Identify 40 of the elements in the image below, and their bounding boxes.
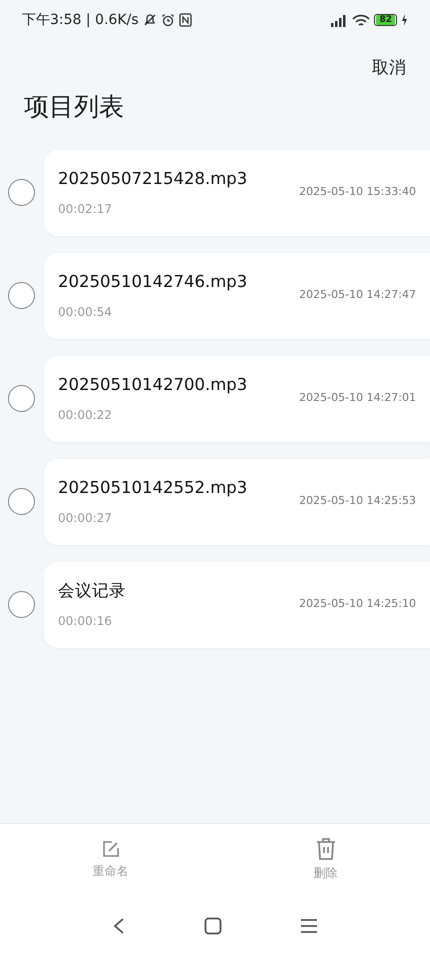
trash-icon [314, 837, 336, 861]
date-text: 2025-05-10 14:27:01 [299, 390, 416, 406]
muted-bell-icon [142, 13, 157, 27]
radio-button[interactable] [8, 591, 35, 618]
radio-button[interactable] [8, 385, 35, 412]
file-name: 20250510142700.mp3 [58, 374, 248, 396]
status-text: 下午3:58 | 0.6K/s [22, 10, 139, 30]
date-text: 2025-05-10 14:27:47 [299, 287, 416, 304]
list-card[interactable]: 20250510142552.mp3 00:00:27 2025-05-10 14:25:53 [44, 458, 430, 544]
edit-icon [100, 839, 120, 859]
charging-icon [401, 14, 408, 26]
alarm-icon [160, 13, 175, 27]
duration-text: 00:02:17 [58, 200, 113, 218]
file-name: 20250507215428.mp3 [58, 168, 248, 190]
menu-icon[interactable] [300, 918, 318, 934]
file-name: 20250510142746.mp3 [58, 271, 248, 294]
date-text: 2025-05-10 15:33:40 [299, 184, 416, 200]
list-card[interactable]: 20250507215428.mp3 00:02:17 2025-05-10 15:33:40 [44, 150, 430, 236]
duration-text: 00:00:27 [58, 510, 113, 527]
date-text: 2025-05-10 14:25:53 [299, 493, 416, 510]
back-icon[interactable] [112, 916, 126, 935]
battery-icon: 82 [374, 14, 397, 26]
list-card[interactable]: 20250510142700.mp3 00:00:22 2025-05-10 14:27:01 [44, 356, 430, 442]
duration-text: 00:00:22 [58, 406, 113, 424]
file-name: 20250510142552.mp3 [58, 477, 248, 500]
list-card[interactable]: 会议记录 00:00:16 2025-05-10 14:25:10 [44, 562, 430, 648]
list-card[interactable]: 20250510142746.mp3 00:00:54 2025-05-10 14:27:47 [44, 252, 430, 338]
duration-text: 00:00:16 [58, 612, 113, 630]
home-icon[interactable] [204, 916, 222, 935]
wifi-icon [352, 14, 370, 26]
file-name: 会议记录 [58, 580, 126, 602]
nfc-icon [178, 13, 192, 27]
radio-button[interactable] [8, 282, 35, 309]
date-text: 2025-05-10 14:25:10 [299, 596, 416, 612]
radio-button[interactable] [8, 488, 35, 515]
page-title: 项目列表 [23, 90, 125, 122]
duration-text: 00:00:54 [58, 304, 113, 321]
radio-button[interactable] [8, 179, 35, 206]
signal-icon [330, 14, 348, 26]
cancel-button[interactable]: 取消 [372, 56, 406, 82]
